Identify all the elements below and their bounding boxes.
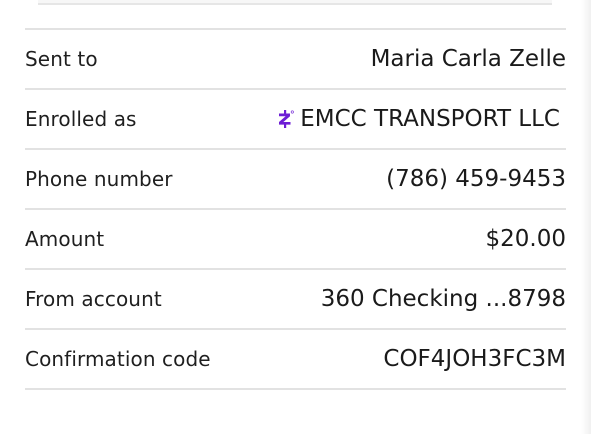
from-account-label: From account xyxy=(25,287,162,311)
detail-row-amount: Amount $20.00 xyxy=(25,210,566,270)
detail-row-sent-to: Sent to Maria Carla Zelle xyxy=(25,30,566,90)
phone-number-label: Phone number xyxy=(25,167,173,191)
enrolled-as-label: Enrolled as xyxy=(25,107,137,131)
detail-row-from-account: From account 360 Checking ...8798 xyxy=(25,270,566,330)
phone-number-value: (786) 459-9453 xyxy=(386,166,566,192)
sent-to-label: Sent to xyxy=(25,47,98,71)
detail-row-confirmation-code: Confirmation code COF4JOH3FC3M xyxy=(25,330,566,390)
sent-to-value: Maria Carla Zelle xyxy=(370,46,566,72)
amount-value: $20.00 xyxy=(485,226,566,252)
amount-label: Amount xyxy=(25,227,105,251)
confirmation-code-value: COF4JOH3FC3M xyxy=(383,346,566,372)
previous-card-edge xyxy=(38,0,552,5)
page-edge-shadow xyxy=(581,0,591,434)
detail-row-phone-number: Phone number (786) 459-9453 xyxy=(25,150,566,210)
enrolled-as-value: EMCC TRANSPORT LLC xyxy=(275,106,566,132)
zelle-logo-icon xyxy=(275,108,295,130)
enrolled-as-name: EMCC TRANSPORT LLC xyxy=(300,106,560,132)
detail-row-enrolled-as: Enrolled as EMCC TRANSPORT LLC xyxy=(25,90,566,150)
from-account-value: 360 Checking ...8798 xyxy=(320,286,566,312)
confirmation-code-label: Confirmation code xyxy=(25,347,211,371)
transfer-details-list: Sent to Maria Carla Zelle Enrolled as EM… xyxy=(25,28,566,390)
